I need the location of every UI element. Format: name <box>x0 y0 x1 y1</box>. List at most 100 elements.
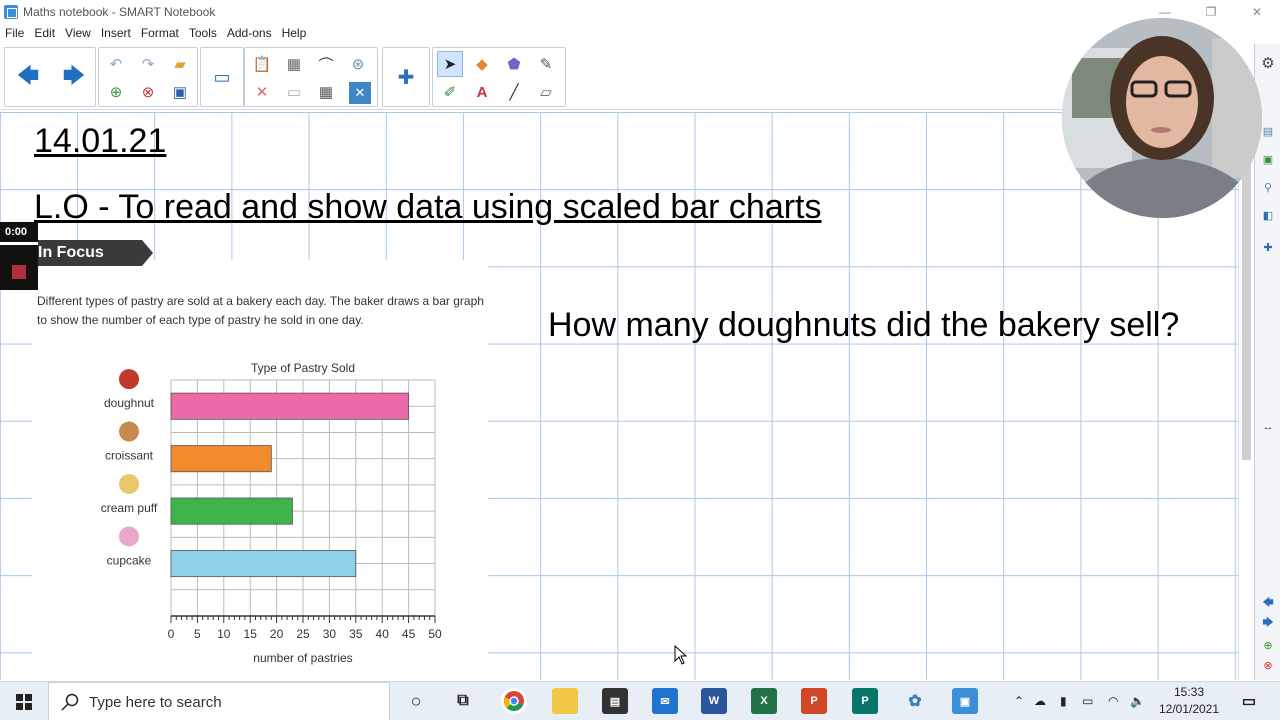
menu-file[interactable]: File <box>0 26 29 40</box>
category-label: cupcake <box>107 553 152 567</box>
cortana-icon[interactable]: ○ <box>403 688 429 714</box>
edit-group: ↶ ↷ ▰ ⊕ ⊗ ▣ <box>98 47 198 107</box>
expand-panel-icon[interactable]: ↔ <box>1261 420 1275 434</box>
question-text[interactable]: How many doughnuts did the bakery sell? <box>548 302 1188 348</box>
webcam-overlay <box>1062 18 1262 218</box>
properties-icon[interactable]: ◧ <box>1261 208 1275 222</box>
mouse-cursor-icon <box>674 645 688 665</box>
undo-icon[interactable]: ↶ <box>103 51 129 77</box>
smart-ink-icon[interactable]: ✿ <box>902 688 928 714</box>
tick-label: 50 <box>428 627 442 641</box>
line-icon[interactable]: ╱ <box>501 79 527 105</box>
side-previous-page-icon[interactable]: 🡄 <box>1261 596 1275 610</box>
learning-objective[interactable]: L.O - To read and show data using scaled… <box>34 188 822 227</box>
menu-bar: File Edit View Insert Format Tools Add-o… <box>0 24 311 42</box>
volume-icon[interactable]: 🔈 <box>1130 694 1145 708</box>
attachments-icon[interactable]: ⚲ <box>1261 180 1275 194</box>
timer-divider <box>0 242 38 245</box>
wifi-icon[interactable]: ◠ <box>1108 694 1118 708</box>
menu-addons[interactable]: Add-ons <box>222 26 277 40</box>
timer-text: 0:00 <box>5 226 28 238</box>
menu-help[interactable]: Help <box>277 26 312 40</box>
smart-notebook-window: Maths notebook - SMART Notebook — ❐ ✕ Fi… <box>0 0 1280 720</box>
save-icon[interactable]: ▣ <box>167 79 193 105</box>
page-date[interactable]: 14.01.21 <box>34 122 166 161</box>
taskbar-clock[interactable]: 15:33 12/01/2021 <box>1150 684 1228 718</box>
eraser-icon[interactable]: ▱ <box>533 79 559 105</box>
eraser-shape-icon[interactable]: ⬟ <box>501 51 527 77</box>
powerpoint-icon[interactable]: P <box>801 688 827 714</box>
onedrive-icon[interactable]: ☁ <box>1034 694 1046 708</box>
word-icon[interactable]: W <box>701 688 727 714</box>
pens-icon[interactable]: ✐ <box>437 79 463 105</box>
previous-page-icon[interactable]: 🡄 <box>15 63 41 91</box>
open-folder-icon[interactable]: ▰ <box>167 51 193 77</box>
maximize-button[interactable]: ❐ <box>1188 0 1234 24</box>
menu-view[interactable]: View <box>60 26 96 40</box>
settings-gear-icon[interactable]: ⚙ <box>1261 55 1275 72</box>
add-page-icon[interactable]: ⊕ <box>103 79 129 105</box>
title-bar: Maths notebook - SMART Notebook — ❐ ✕ <box>0 0 1280 24</box>
smart-notebook-taskbar-icon[interactable]: ▣ <box>952 688 978 714</box>
side-next-page-icon[interactable]: 🡆 <box>1261 616 1275 630</box>
side-add-page-icon[interactable]: ⊕ <box>1261 638 1275 652</box>
delete-icon[interactable]: ✕ <box>249 79 275 105</box>
task-view-icon[interactable]: ⧉ <box>450 688 476 714</box>
text-icon[interactable]: A <box>469 79 495 105</box>
page-sorter-icon[interactable]: ▤ <box>1261 124 1275 138</box>
bar-croissant <box>170 445 272 473</box>
display-group: ▭ <box>200 47 244 107</box>
magic-pen-icon[interactable]: ✎ <box>533 51 559 77</box>
vertical-scrollbar[interactable] <box>1238 112 1254 680</box>
close-x-icon[interactable]: ✕ <box>349 82 371 104</box>
clock-date: 12/01/2021 <box>1158 702 1220 716</box>
screen-capture-icon[interactable]: ▦ <box>281 51 307 77</box>
paste-icon[interactable]: 📋 <box>249 51 275 77</box>
tray-chevron-icon[interactable]: ⌃ <box>1014 694 1024 708</box>
select-cursor-icon[interactable]: ➤ <box>437 51 463 77</box>
nav-group: 🡄 🡆 <box>4 47 96 107</box>
screen-shade-small-icon[interactable]: ▭ <box>281 79 307 105</box>
publisher-icon[interactable]: P <box>852 688 878 714</box>
chart-title: Type of Pastry Sold <box>251 361 355 375</box>
side-delete-page-icon[interactable]: ⊗ <box>1261 658 1275 672</box>
shapes-icon[interactable]: ◆ <box>469 51 495 77</box>
presenter-video <box>1062 18 1262 218</box>
file-explorer-icon[interactable] <box>552 688 578 714</box>
battery-icon[interactable]: ▭ <box>1082 694 1093 708</box>
tick-label: 35 <box>349 627 363 641</box>
tick-label: 20 <box>270 627 284 641</box>
notifications-icon[interactable]: ▭ <box>1236 688 1262 714</box>
table-icon[interactable]: ▦ <box>313 79 339 105</box>
search-placeholder: Type here to search <box>89 694 222 711</box>
bar-cream-puff <box>170 497 293 525</box>
puzzle-icon[interactable]: ✚ <box>393 64 419 90</box>
menu-edit[interactable]: Edit <box>29 26 60 40</box>
worksheet-image[interactable]: Different types of pastry are sold at a … <box>32 260 488 680</box>
next-page-icon[interactable]: 🡆 <box>61 63 87 91</box>
microphone-icon[interactable]: ▮ <box>1060 694 1067 708</box>
store-icon[interactable]: ▤ <box>602 688 628 714</box>
mail-icon[interactable]: ✉ <box>652 688 678 714</box>
clock-time: 15:33 <box>1173 685 1205 699</box>
gallery-icon[interactable]: ⊛ <box>345 51 371 77</box>
screen-shade-icon[interactable]: ▭ <box>209 64 235 90</box>
delete-page-icon[interactable]: ⊗ <box>135 79 161 105</box>
record-stop-button[interactable] <box>12 265 26 279</box>
menu-tools[interactable]: Tools <box>184 26 222 40</box>
tick-label: 0 <box>168 627 175 641</box>
menu-format[interactable]: Format <box>136 26 184 40</box>
menu-insert[interactable]: Insert <box>96 26 136 40</box>
redo-icon[interactable]: ↷ <box>135 51 161 77</box>
tools-group: ➤ ◆ ⬟ ✎ ✐ A ╱ ▱ <box>432 47 566 107</box>
chrome-icon[interactable] <box>501 688 527 714</box>
start-button[interactable] <box>0 682 48 720</box>
tick-label: 30 <box>323 627 337 641</box>
document-camera-icon[interactable]: ⌒ <box>313 51 339 77</box>
excel-icon[interactable]: X <box>751 688 777 714</box>
app-icon <box>4 5 18 19</box>
addons-tab-icon[interactable]: ✚ <box>1261 240 1275 254</box>
close-button[interactable]: ✕ <box>1234 0 1280 24</box>
taskbar-search-box[interactable]: Type here to search <box>48 682 390 720</box>
gallery-tab-icon[interactable]: ▣ <box>1261 152 1275 166</box>
